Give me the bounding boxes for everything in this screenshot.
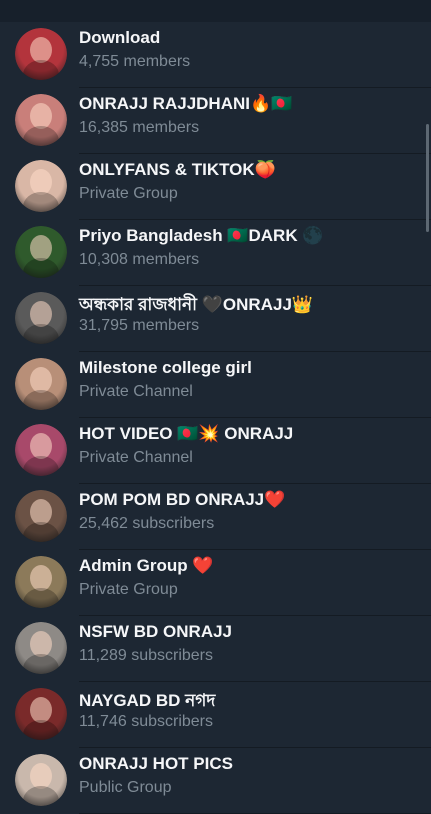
avatar — [15, 490, 67, 542]
chat-subtitle: Private Group — [79, 581, 178, 598]
avatar — [15, 358, 67, 410]
chat-title: POM POM BD ONRAJJ❤️ — [79, 490, 286, 509]
avatar — [15, 292, 67, 344]
scrollbar[interactable] — [426, 124, 429, 232]
chat-title: Milestone college girl — [79, 358, 252, 377]
chat-subtitle: 4,755 members — [79, 53, 191, 70]
avatar — [15, 160, 67, 212]
chat-title: Download — [79, 28, 161, 47]
chat-row-nsfw-bd[interactable]: NSFW BD ONRAJJ 11,289 subscribers — [0, 616, 431, 682]
avatar — [15, 754, 67, 806]
chat-row-download[interactable]: Download 4,755 members — [0, 22, 431, 88]
chat-subtitle: 11,746 subscribers — [79, 713, 213, 730]
chat-title: NAYGAD BD নগদ — [79, 691, 216, 710]
avatar — [15, 688, 67, 740]
avatar — [15, 28, 67, 80]
chat-row-naygad-bd[interactable]: NAYGAD BD নগদ 11,746 subscribers — [0, 682, 431, 748]
chat-subtitle: 11,289 subscribers — [79, 647, 213, 664]
avatar — [15, 622, 67, 674]
chat-subtitle: 31,795 members — [79, 317, 200, 334]
chat-title: Priyo Bangladesh 🇧🇩DARK 🌑 — [79, 226, 324, 245]
chat-title: অন্ধকার রাজধানী 🖤ONRAJJ👑 — [79, 295, 314, 314]
chat-row-admin-group[interactable]: Admin Group ❤️ Private Group — [0, 550, 431, 616]
chat-row-onlyfans-tiktok[interactable]: ONLYFANS & TIKTOK🍑 Private Group — [0, 154, 431, 220]
chat-title: Admin Group ❤️ — [79, 556, 214, 575]
chat-title: HOT VIDEO 🇧🇩💥 ONRAJJ — [79, 424, 294, 443]
chat-title: ONRAJJ HOT PICS — [79, 754, 233, 773]
chat-row-pom-pom-bd[interactable]: POM POM BD ONRAJJ❤️ 25,462 subscribers — [0, 484, 431, 550]
avatar — [15, 226, 67, 278]
chat-subtitle: 10,308 members — [79, 251, 200, 268]
chat-subtitle: 25,462 subscribers — [79, 515, 215, 532]
chat-subtitle: Public Group — [79, 779, 172, 796]
chat-subtitle: 16,385 members — [79, 119, 200, 136]
chat-title: NSFW BD ONRAJJ — [79, 622, 233, 641]
chat-row-milestone-college-girl[interactable]: Milestone college girl Private Channel — [0, 352, 431, 418]
chat-title: ONRAJJ RAJJDHANI🔥🇧🇩 — [79, 94, 293, 113]
chat-subtitle: Private Channel — [79, 383, 193, 400]
chat-row-onrajj-hot-pics[interactable]: ONRAJJ HOT PICS Public Group — [0, 748, 431, 814]
avatar — [15, 556, 67, 608]
top-bar — [0, 0, 431, 22]
chat-row-onrajj-rajjdhani[interactable]: ONRAJJ RAJJDHANI🔥🇧🇩 16,385 members — [0, 88, 431, 154]
avatar — [15, 424, 67, 476]
chat-list: Download 4,755 members ONRAJJ RAJJDHANI🔥… — [0, 22, 431, 814]
chat-row-priyo-bangladesh[interactable]: Priyo Bangladesh 🇧🇩DARK 🌑 10,308 members — [0, 220, 431, 286]
chat-row-andhokar-rajdhani[interactable]: অন্ধকার রাজধানী 🖤ONRAJJ👑 31,795 members — [0, 286, 431, 352]
chat-title: ONLYFANS & TIKTOK🍑 — [79, 160, 276, 179]
avatar — [15, 94, 67, 146]
chat-subtitle: Private Channel — [79, 449, 193, 466]
chat-subtitle: Private Group — [79, 185, 178, 202]
chat-row-hot-video[interactable]: HOT VIDEO 🇧🇩💥 ONRAJJ Private Channel — [0, 418, 431, 484]
